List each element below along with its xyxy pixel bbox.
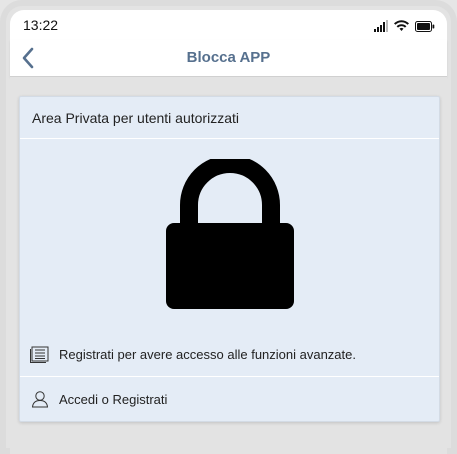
document-icon [30,344,50,364]
login-register-label: Accedi o Registrati [59,391,168,407]
battery-icon [415,20,435,32]
private-area-card: Area Privata per utenti autorizzati Regi… [19,96,440,422]
wifi-icon [394,20,409,31]
card-header: Area Privata per utenti autorizzati [20,97,439,139]
phone-frame: 13:22 Blocca APP Area Privata per utenti… [0,0,457,454]
page-title: Blocca APP [186,49,271,66]
main-content: Area Privata per utenti autorizzati Regi… [10,77,447,454]
user-icon [30,389,50,409]
info-text: Registrati per avere accesso alle funzio… [59,346,356,362]
status-time: 13:22 [23,17,59,33]
status-bar: 13:22 [10,10,447,40]
lock-container [20,159,439,309]
status-icons [374,19,435,33]
info-row: Registrati per avere accesso alle funzio… [20,332,439,377]
signal-icon [374,20,388,32]
lock-icon [165,159,294,309]
login-register-row[interactable]: Accedi o Registrati [20,377,439,421]
nav-bar: Blocca APP [10,40,447,77]
